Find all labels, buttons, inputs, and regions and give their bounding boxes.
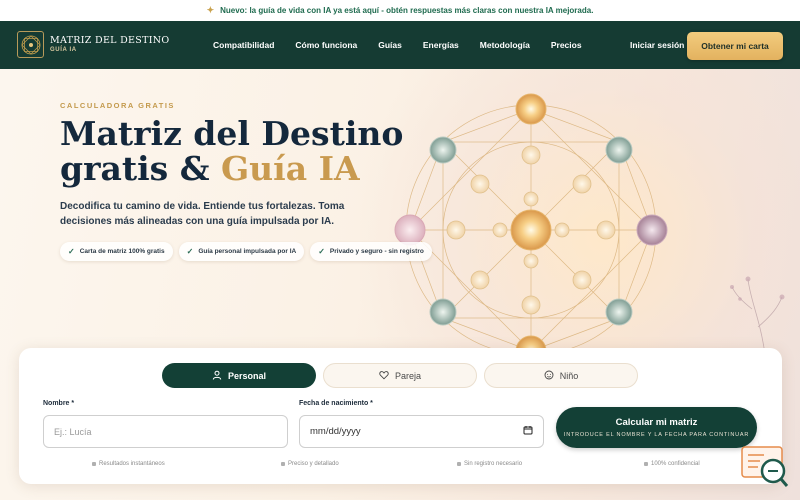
bullet-icon xyxy=(457,462,461,466)
destiny-matrix-illustration xyxy=(394,93,785,359)
sparkle-icon: ✦ xyxy=(206,5,215,15)
nav-links: Compatibilidad Cómo funciona Guías Energ… xyxy=(213,21,603,69)
bullet-icon xyxy=(281,462,285,466)
hero-title-accent: Guía IA xyxy=(220,149,360,188)
tab-nino-label: Niño xyxy=(559,370,579,381)
trust-note: Resultados instantáneos xyxy=(92,461,165,467)
calculate-button-hint: INTRODUCE EL NOMBRE Y LA FECHA PARA CONT… xyxy=(563,432,750,438)
hero-subtitle: Decodifica tu camino de vida. Entiende t… xyxy=(60,201,345,227)
trust-note: Preciso y detallado xyxy=(281,461,339,467)
birth-date-label: Fecha de nacimiento * xyxy=(299,400,373,407)
feature-badges: ✓ Carta de matriz 100% gratis ✓ Guía per… xyxy=(60,242,432,261)
birth-date-placeholder: mm/dd/yyyy xyxy=(310,426,361,437)
hero-eyebrow: CALCULADORA GRATIS xyxy=(60,101,175,110)
bullet-icon xyxy=(644,462,648,466)
hero-title-line1: Matriz del Destino xyxy=(60,114,404,153)
calculate-button-label: Calcular mi matriz xyxy=(615,417,698,428)
feature-badge-label: Guía personal impulsada por IA xyxy=(198,248,297,255)
brand-subtitle: GUÍA IA xyxy=(50,47,77,54)
nav-link-precios[interactable]: Precios xyxy=(551,40,582,50)
calculator-card: Personal Pareja Niño Nombre * Fecha de n… xyxy=(19,348,782,484)
check-icon: ✓ xyxy=(68,247,75,256)
trust-note-label: Preciso y detallado xyxy=(288,461,339,467)
tab-personal[interactable]: Personal xyxy=(162,363,316,388)
nav-link-metodologia[interactable]: Metodología xyxy=(480,40,530,50)
user-icon xyxy=(212,370,222,382)
bullet-icon xyxy=(92,462,96,466)
trust-note-label: Resultados instantáneos xyxy=(99,461,165,467)
calculate-matrix-button[interactable]: Calcular mi matriz INTRODUCE EL NOMBRE Y… xyxy=(556,407,757,448)
get-chart-button[interactable]: Obtener mi carta xyxy=(687,32,783,60)
login-link[interactable]: Iniciar sesión xyxy=(630,40,684,50)
trust-note: Sin registro necesario xyxy=(457,461,522,467)
tab-pareja-label: Pareja xyxy=(394,370,421,381)
trust-note-label: Sin registro necesario xyxy=(464,461,523,467)
chat-search-widget[interactable] xyxy=(740,445,790,490)
birth-date-input[interactable]: mm/dd/yyyy xyxy=(299,415,544,448)
hero-title: Matriz del Destino gratis & Guía IA xyxy=(60,116,403,186)
child-face-icon xyxy=(544,370,554,382)
feature-badge-label: Carta de matriz 100% gratis xyxy=(79,248,165,255)
brand-title: MATRIZ DEL DESTINO xyxy=(50,34,170,46)
hero-title-line2: gratis & xyxy=(60,149,221,188)
tab-pareja[interactable]: Pareja xyxy=(323,363,477,388)
check-icon: ✓ xyxy=(186,247,194,256)
announcement-text: Nuevo: la guía de vida con IA ya está aq… xyxy=(220,6,594,15)
tab-personal-label: Personal xyxy=(227,370,267,381)
check-icon: ✓ xyxy=(318,247,325,256)
announcement-bar: ✦ Nuevo: la guía de vida con IA ya está … xyxy=(0,0,800,21)
feature-badge: ✓ Privado y seguro - sin registro xyxy=(310,242,432,261)
feature-badge: ✓ Carta de matriz 100% gratis xyxy=(60,242,173,261)
feature-badge-label: Privado y seguro - sin registro xyxy=(329,248,424,255)
name-label: Nombre * xyxy=(43,400,75,407)
feature-badge: ✓ Guía personal impulsada por IA xyxy=(178,242,305,261)
mandala-logo-icon xyxy=(17,31,44,58)
calendar-icon[interactable] xyxy=(523,425,533,438)
nav-link-guias[interactable]: Guías xyxy=(378,40,402,50)
nav-link-energias[interactable]: Energías xyxy=(423,40,459,50)
heart-icon xyxy=(379,370,389,382)
tab-nino[interactable]: Niño xyxy=(484,363,638,388)
nav-link-como-funciona[interactable]: Cómo funciona xyxy=(295,40,357,50)
nav-link-compatibilidad[interactable]: Compatibilidad xyxy=(213,40,274,50)
name-input[interactable] xyxy=(43,415,288,448)
trust-note: 100% confidencial xyxy=(644,461,700,467)
brand-logo[interactable]: MATRIZ DEL DESTINO GUÍA IA xyxy=(17,31,169,58)
top-navigation: MATRIZ DEL DESTINO GUÍA IA Compatibilida… xyxy=(0,21,800,69)
trust-note-label: 100% confidencial xyxy=(651,461,700,467)
